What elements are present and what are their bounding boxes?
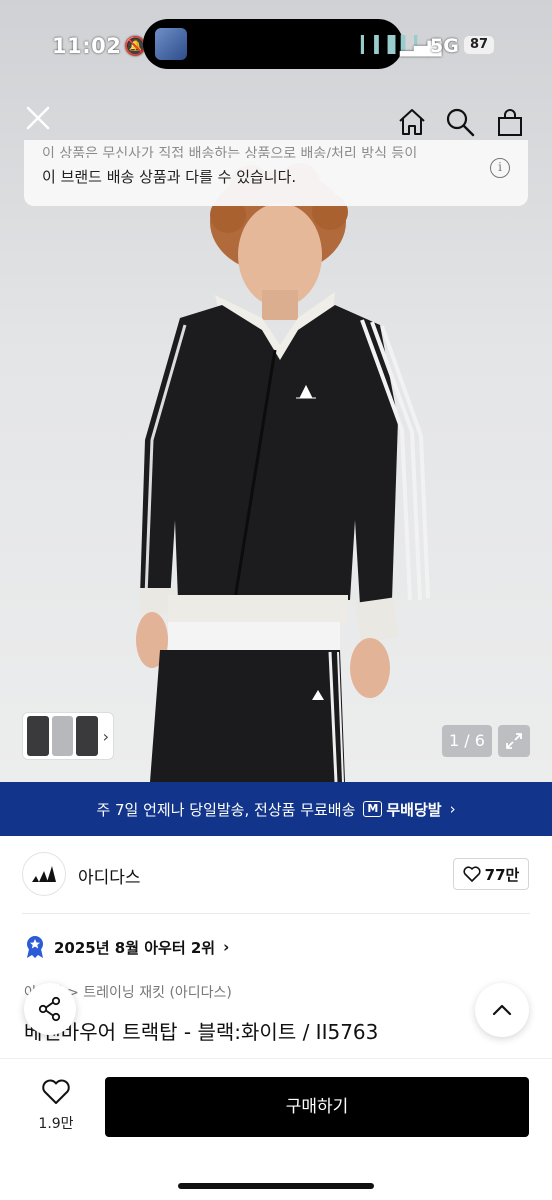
expand-button[interactable] — [498, 725, 530, 757]
brand-logo[interactable] — [22, 852, 66, 896]
wishlist-count: 1.9만 — [38, 1116, 74, 1132]
brand-like-button[interactable]: 77만 — [453, 858, 529, 890]
chevron-right-icon: › — [449, 800, 456, 818]
ranking-text: 2025년 8월 아우터 2위 — [54, 938, 216, 957]
bottom-action-bar: 1.9만 구매하기 — [0, 1058, 552, 1200]
expand-icon — [506, 733, 522, 749]
shopping-bag-icon — [498, 109, 522, 136]
scroll-top-button[interactable] — [475, 983, 529, 1037]
banner-text: 주 7일 언제나 당일발송, 전상품 무료배송 — [96, 800, 356, 819]
close-icon — [26, 106, 50, 130]
divider — [22, 913, 530, 914]
ranking-link[interactable]: 2025년 8월 아우터 2위 › — [24, 935, 229, 959]
info-icon[interactable]: i — [490, 158, 510, 178]
home-button[interactable] — [394, 104, 430, 140]
image-counter: 1 / 6 — [442, 725, 492, 757]
thumbnail-2[interactable] — [51, 716, 74, 756]
notice-line-1: 이 상품은 무신사가 직접 배송하는 상품으로 배송/처리 방식 등이 — [42, 146, 418, 158]
heart-icon — [463, 866, 481, 882]
network-type: 5G — [430, 35, 459, 57]
home-icon — [399, 109, 425, 135]
search-icon — [446, 108, 475, 137]
home-indicator[interactable] — [178, 1183, 374, 1189]
image-thumbnails[interactable]: › — [22, 712, 114, 760]
chevron-right-icon: › — [223, 938, 230, 956]
status-bar: 11:02 🔕 ▎▍▋▍▎ ▂▄▆ 5G 87 — [0, 0, 552, 90]
badge-text: 무배당발 — [386, 800, 442, 819]
chevron-right-icon: › — [102, 726, 109, 746]
notice-line-2: 이 브랜드 배송 상품과 다를 수 있습니다. — [42, 168, 297, 186]
share-icon — [38, 996, 61, 1022]
product-title: 베켄바우어 트랙탑 - 블랙:화이트 / II5763 — [24, 1020, 379, 1044]
brand-like-count: 77만 — [484, 865, 520, 884]
delivery-banner[interactable]: 주 7일 언제나 당일발송, 전상품 무료배송 M 무배당발 › — [0, 782, 552, 836]
status-time: 11:02 — [52, 34, 122, 58]
cart-button[interactable] — [492, 104, 528, 140]
brand-name[interactable]: 아디다스 — [78, 863, 141, 888]
now-playing-thumbnail — [155, 28, 187, 60]
ranking-badge-icon — [27, 936, 43, 958]
dynamic-island: ▎▍▋▍▎ — [143, 19, 427, 69]
buy-button[interactable]: 구매하기 — [105, 1077, 529, 1137]
close-button[interactable] — [20, 100, 56, 136]
free-delivery-badge: M 무배당발 — [363, 799, 442, 820]
chevron-up-icon — [492, 1004, 512, 1016]
adidas-logo-icon — [32, 866, 56, 882]
search-button[interactable] — [442, 104, 478, 140]
share-button[interactable] — [24, 983, 76, 1035]
thumbnail-1[interactable] — [27, 716, 49, 756]
wishlist-button[interactable]: 1.9만 — [26, 1079, 86, 1133]
truck-icon: M — [363, 801, 383, 817]
thumbnail-3[interactable] — [76, 716, 98, 756]
delivery-notice: 이 상품은 무신사가 직접 배송하는 상품으로 배송/처리 방식 등이 이 브랜… — [24, 140, 528, 206]
heart-icon — [42, 1079, 70, 1104]
battery-indicator: 87 — [464, 36, 494, 54]
